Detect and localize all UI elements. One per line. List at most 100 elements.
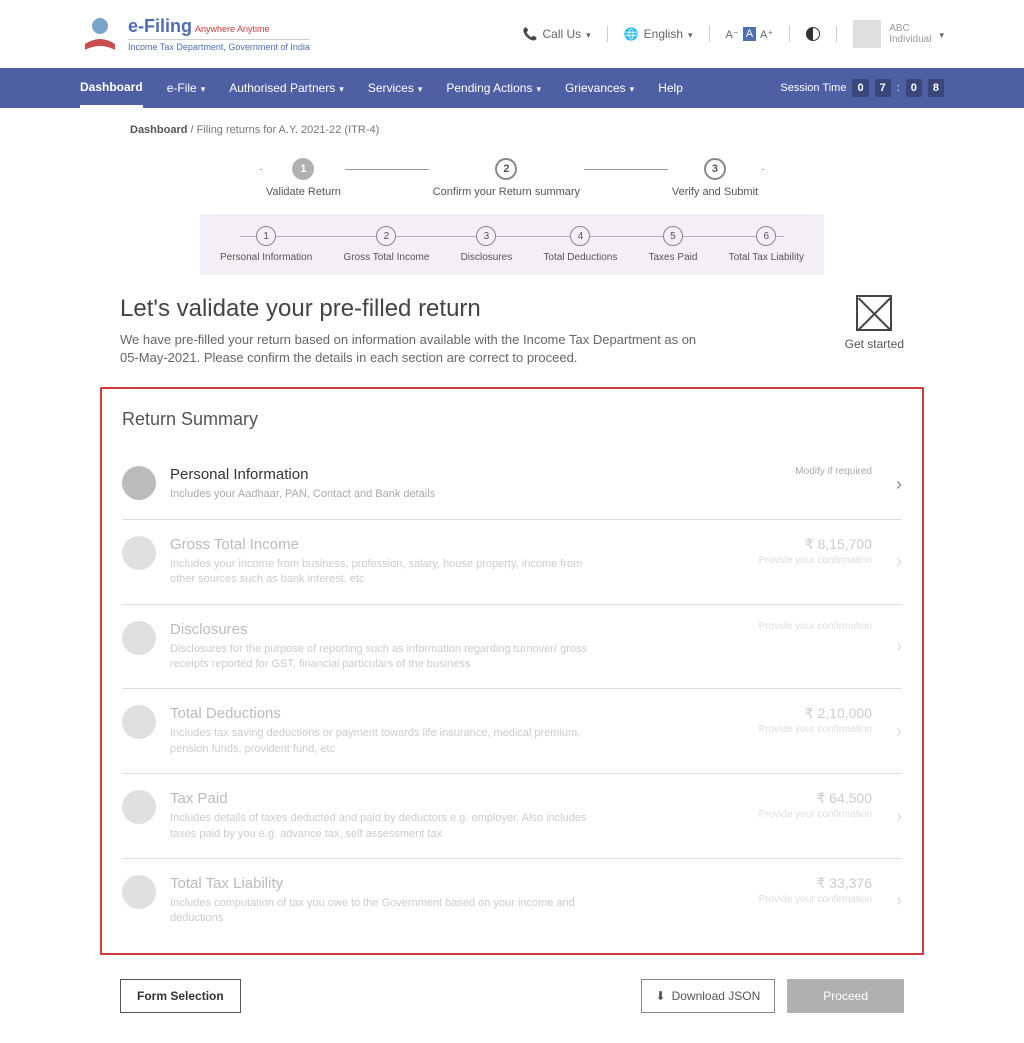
summary-item-title: Personal Information <box>170 466 708 483</box>
main-step-3[interactable]: 3Verify and Submit <box>668 158 762 198</box>
summary-item-desc: Includes details of taxes deducted and p… <box>170 811 590 842</box>
summary-item[interactable]: Disclosures Disclosures for the purpose … <box>122 605 902 690</box>
breadcrumb-current: Filing returns for A.Y. 2021-22 (ITR-4) <box>197 124 380 136</box>
main-navbar: Dashboard e-File Authorised Partners Ser… <box>0 68 1024 108</box>
chevron-down-icon <box>339 81 344 95</box>
download-icon: ⬇ <box>656 989 666 1003</box>
sub-step-2[interactable]: 2Gross Total Income <box>343 226 429 263</box>
sub-step-6[interactable]: 6Total Tax Liability <box>729 226 804 263</box>
summary-item-desc: Disclosures for the purpose of reporting… <box>170 642 590 673</box>
dept-subtitle: Income Tax Department, Government of Ind… <box>128 39 310 52</box>
time-digit: 8 <box>928 79 944 97</box>
nav-pending-actions[interactable]: Pending Actions <box>446 68 541 108</box>
return-summary-box: Return Summary Personal Information Incl… <box>100 387 924 954</box>
sub-step-3[interactable]: 3Disclosures <box>461 226 513 263</box>
nav-items: Dashboard e-File Authorised Partners Ser… <box>80 68 683 108</box>
divider <box>709 26 710 42</box>
summary-item-amount: ₹ 2,10,000 <box>805 705 872 722</box>
user-menu[interactable]: ABC Individual <box>853 20 944 48</box>
status-circle-icon <box>122 705 156 739</box>
summary-item-desc: Includes your Aadhaar, PAN, Contact and … <box>170 487 590 502</box>
main-stepper: 1Validate Return 2Confirm your Return su… <box>220 158 804 198</box>
summary-item-desc: Includes your income from business, prof… <box>170 557 590 588</box>
language-dropdown[interactable]: 🌐 English <box>624 27 693 41</box>
font-decrease[interactable]: A⁻ <box>726 28 739 41</box>
nav-authorised-partners[interactable]: Authorised Partners <box>229 68 344 108</box>
top-controls: 📞 Call Us 🌐 English A⁻ A A⁺ ABC Individu… <box>523 20 944 48</box>
summary-item[interactable]: Tax Paid Includes details of taxes deduc… <box>122 774 902 859</box>
form-selection-button[interactable]: Form Selection <box>120 979 241 1013</box>
get-started-icon <box>856 295 892 331</box>
main-step-2[interactable]: 2Confirm your Return summary <box>429 158 584 198</box>
font-increase[interactable]: A⁺ <box>760 28 773 41</box>
sub-step-4[interactable]: 4Total Deductions <box>543 226 617 263</box>
time-digit: 0 <box>906 79 922 97</box>
summary-item-note: Provide your confirmation <box>759 555 872 566</box>
chevron-right-icon <box>896 474 902 495</box>
summary-item-note: Provide your confirmation <box>759 809 872 820</box>
chevron-right-icon <box>896 806 902 827</box>
summary-item-title: Tax Paid <box>170 790 708 807</box>
footer-actions: Form Selection ⬇ Download JSON Proceed <box>120 979 904 1013</box>
logo-area: e-FilingAnywhere Anytime Income Tax Depa… <box>80 14 310 54</box>
globe-icon: 🌐 <box>624 27 639 41</box>
validate-heading-area: Let's validate your pre-filled return We… <box>120 295 904 367</box>
summary-item[interactable]: Gross Total Income Includes your income … <box>122 520 902 605</box>
font-size-controls: A⁻ A A⁺ <box>726 27 774 41</box>
time-digit: 7 <box>875 79 891 97</box>
get-started[interactable]: Get started <box>845 295 904 351</box>
summary-item[interactable]: Personal Information Includes your Aadha… <box>122 450 902 519</box>
divider <box>836 26 837 42</box>
nav-services[interactable]: Services <box>368 68 423 108</box>
phone-icon: 📞 <box>523 27 538 41</box>
chevron-right-icon <box>896 721 902 742</box>
nav-efile[interactable]: e-File <box>167 68 206 108</box>
proceed-button[interactable]: Proceed <box>787 979 904 1013</box>
chevron-down-icon <box>201 81 206 95</box>
divider <box>789 26 790 42</box>
summary-item-title: Gross Total Income <box>170 536 708 553</box>
summary-item[interactable]: Total Tax Liability Includes computation… <box>122 859 902 943</box>
breadcrumb-root[interactable]: Dashboard <box>130 124 187 136</box>
sub-step-5[interactable]: 5Taxes Paid <box>649 226 698 263</box>
nav-grievances[interactable]: Grievances <box>565 68 634 108</box>
summary-item-note: Provide your confirmation <box>759 894 872 905</box>
chevron-down-icon <box>688 27 693 41</box>
avatar <box>853 20 881 48</box>
summary-item-desc: Includes computation of tax you owe to t… <box>170 896 590 927</box>
page-title: Let's validate your pre-filled return <box>120 295 700 323</box>
breadcrumb: Dashboard / Filing returns for A.Y. 2021… <box>130 108 894 148</box>
summary-item-desc: Includes tax saving deductions or paymen… <box>170 726 590 757</box>
nav-help[interactable]: Help <box>658 68 683 108</box>
sub-stepper: 1Personal Information 2Gross Total Incom… <box>200 214 824 275</box>
nav-dashboard[interactable]: Dashboard <box>80 68 143 108</box>
status-circle-icon <box>122 466 156 500</box>
divider <box>607 26 608 42</box>
chevron-right-icon <box>896 890 902 911</box>
call-us-dropdown[interactable]: 📞 Call Us <box>523 27 591 41</box>
status-circle-icon <box>122 621 156 655</box>
sub-step-1[interactable]: 1Personal Information <box>220 226 312 263</box>
emblem-icon <box>80 14 120 54</box>
efiling-tagline: Anywhere Anytime <box>195 24 270 34</box>
chevron-right-icon <box>896 636 902 657</box>
top-header: e-FilingAnywhere Anytime Income Tax Depa… <box>0 0 1024 68</box>
status-circle-icon <box>122 536 156 570</box>
page-subtitle: We have pre-filled your return based on … <box>120 331 700 367</box>
session-time: Session Time 0 7 : 0 8 <box>780 79 944 97</box>
chevron-down-icon <box>586 27 591 41</box>
main-step-1[interactable]: 1Validate Return <box>262 158 345 198</box>
summary-item-note: Modify if required <box>795 466 872 477</box>
summary-item-amount: ₹ 33,376 <box>816 875 872 892</box>
chevron-down-icon <box>630 81 635 95</box>
summary-item-title: Disclosures <box>170 621 708 638</box>
summary-item[interactable]: Total Deductions Includes tax saving ded… <box>122 689 902 774</box>
status-circle-icon <box>122 790 156 824</box>
summary-item-amount: ₹ 64,500 <box>816 790 872 807</box>
font-normal[interactable]: A <box>743 27 756 41</box>
contrast-toggle[interactable] <box>806 27 820 41</box>
download-json-button[interactable]: ⬇ Download JSON <box>641 979 776 1013</box>
user-type: Individual <box>889 34 931 45</box>
summary-title: Return Summary <box>122 409 902 430</box>
chevron-right-icon <box>896 551 902 572</box>
